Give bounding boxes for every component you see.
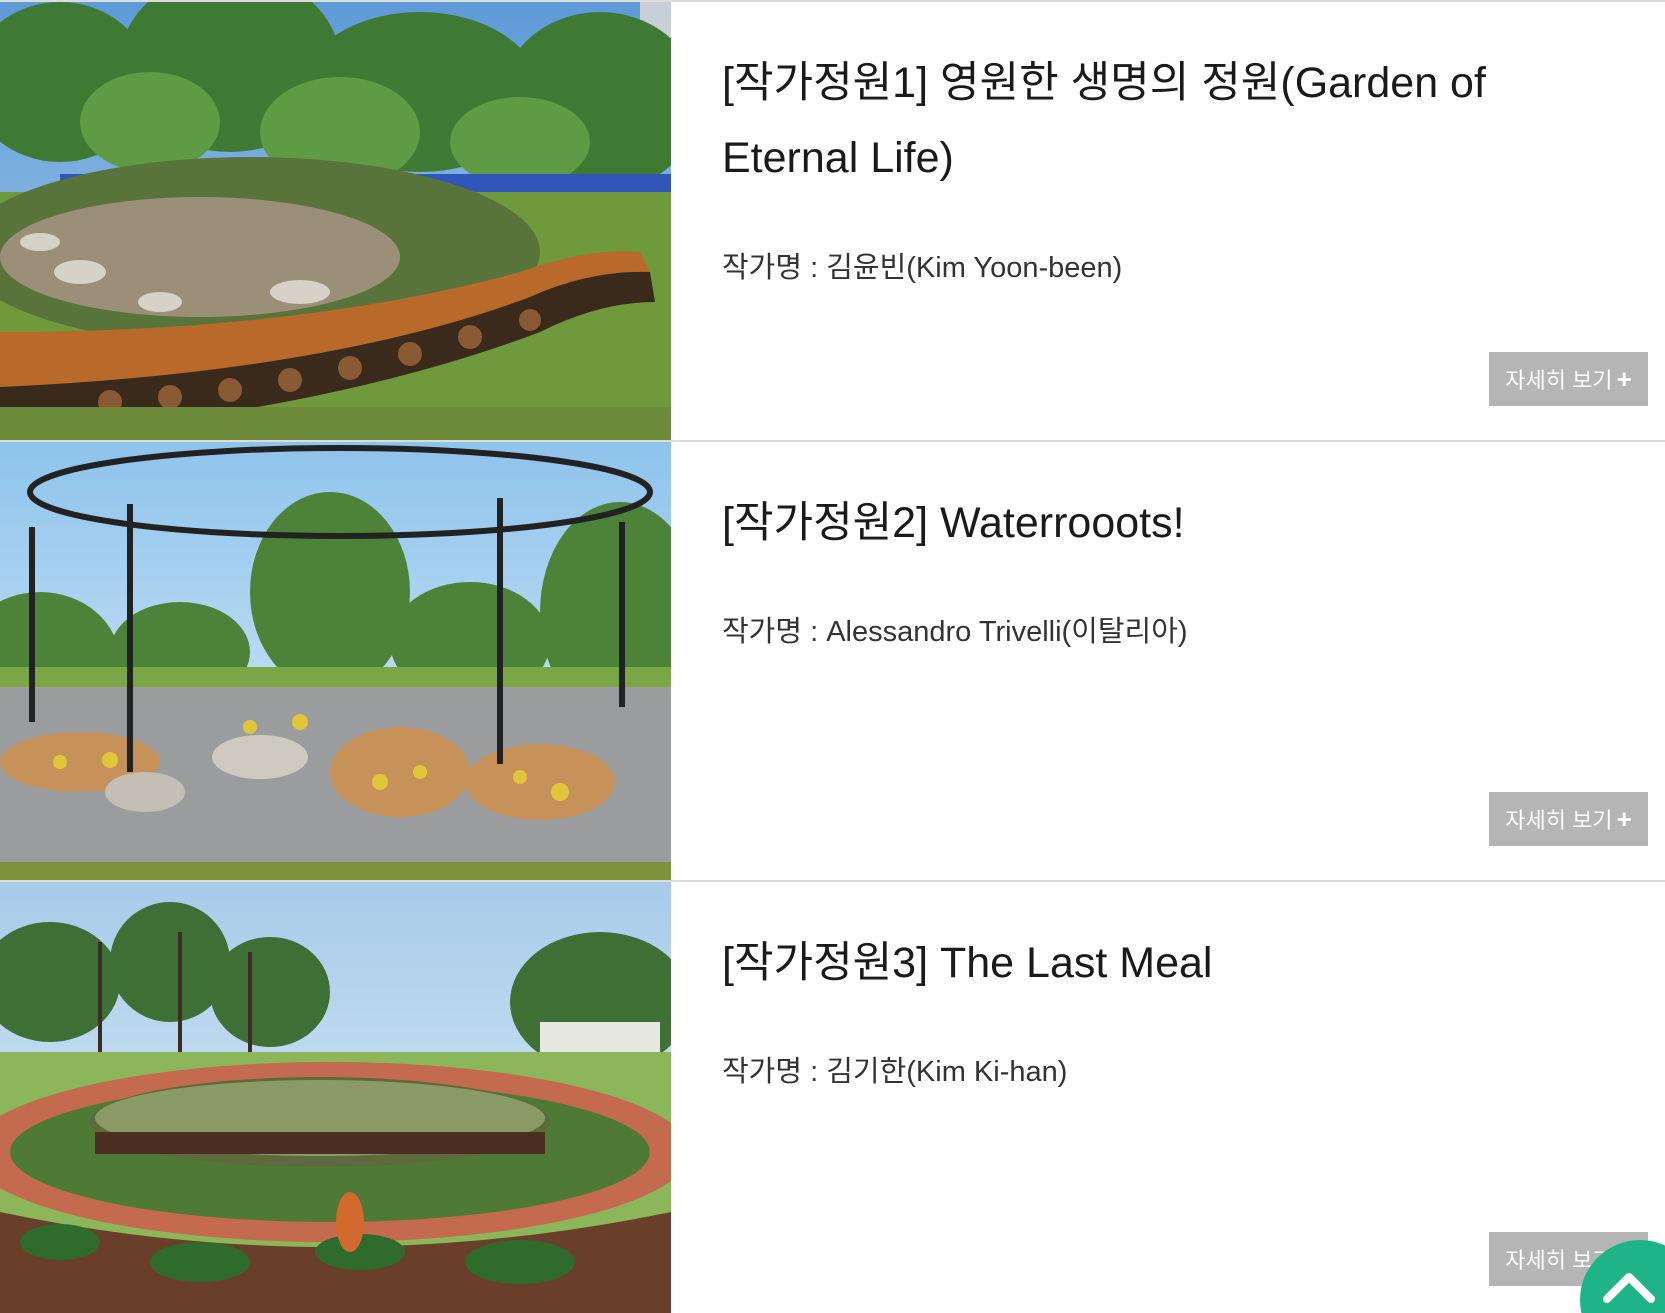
item-title[interactable]: [작가정원2] Waterrooots! [722, 486, 1632, 561]
item-title[interactable]: [작가정원3] The Last Meal [722, 926, 1632, 1001]
garden-photo-2[interactable] [0, 442, 671, 880]
garden-photo-1[interactable] [0, 2, 671, 440]
item-author: 작가명 : Alessandro Trivelli(이탈리아) [722, 616, 1188, 648]
plus-icon: + [1616, 803, 1632, 834]
item-info: [작가정원1] 영원한 생명의 정원(Garden of Eternal Lif… [722, 2, 1665, 440]
garden-list: [작가정원1] 영원한 생명의 정원(Garden of Eternal Lif… [0, 0, 1665, 1313]
item-title[interactable]: [작가정원1] 영원한 생명의 정원(Garden of Eternal Lif… [722, 46, 1632, 196]
plus-icon: + [1616, 363, 1632, 394]
list-item: [작가정원3] The Last Meal 작가명 : 김기한(Kim Ki-h… [0, 880, 1665, 1313]
chevron-up-icon [1603, 1273, 1655, 1303]
item-author: 작가명 : 김윤빈(Kim Yoon-been) [722, 252, 1123, 284]
item-author: 작가명 : 김기한(Kim Ki-han) [722, 1056, 1068, 1088]
list-item: [작가정원1] 영원한 생명의 정원(Garden of Eternal Lif… [0, 0, 1665, 440]
view-details-button[interactable]: 자세히 보기 + [1489, 792, 1648, 846]
item-info: [작가정원3] The Last Meal 작가명 : 김기한(Kim Ki-h… [722, 882, 1665, 1313]
view-details-button[interactable]: 자세히 보기 + [1489, 352, 1648, 406]
list-item: [작가정원2] Waterrooots! 작가명 : Alessandro Tr… [0, 440, 1665, 880]
item-info: [작가정원2] Waterrooots! 작가명 : Alessandro Tr… [722, 442, 1665, 880]
garden-photo-3[interactable] [0, 882, 671, 1313]
view-details-label: 자세히 보기 [1505, 368, 1613, 393]
view-details-label: 자세히 보기 [1505, 808, 1613, 833]
